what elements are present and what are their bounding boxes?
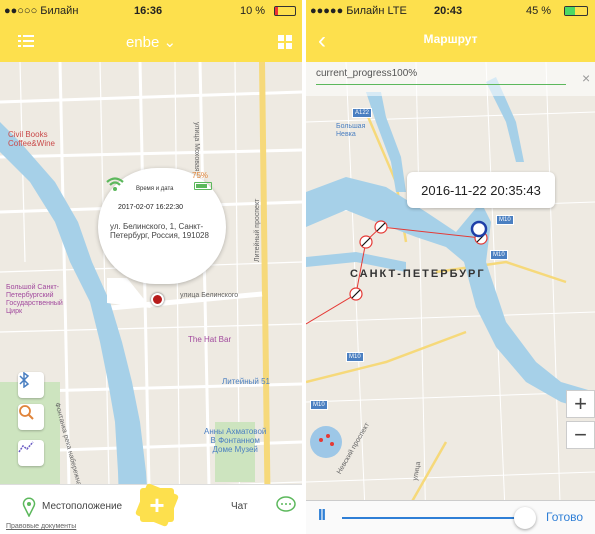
- legal-link[interactable]: Правовые документы: [6, 523, 76, 530]
- street-liteyny: Литейный проспект: [254, 198, 261, 262]
- progress-label: current_progress100%: [316, 68, 418, 79]
- carrier-label: ●●●●● Билайн LTE: [310, 5, 407, 17]
- battery-label: 10 %: [240, 5, 266, 17]
- route-map[interactable]: Большая Невка Санкт-Петербург Невский пр…: [306, 62, 595, 534]
- slider-thumb[interactable]: [514, 507, 536, 529]
- time-label: Время и дата: [136, 186, 174, 192]
- clock: 16:36: [134, 5, 163, 17]
- progress-overlay: current_progress100% ×: [306, 62, 595, 96]
- status-bar: ●●●●● Билайн LTE 20:43 45 %: [306, 0, 595, 22]
- poi-circus: Большой Санкт- Петербургский Государстве…: [6, 284, 63, 315]
- poi-hat-bar: The Hat Bar: [188, 335, 232, 344]
- route-markers: [310, 220, 488, 458]
- bottom-toolbar: Местоположение + Чат Правовые документы: [0, 482, 302, 534]
- datetime: 2017-02-07 16:22:30: [118, 204, 183, 211]
- nav-bar: ‹ Маршрут: [306, 22, 595, 62]
- street-belinsky: улица Белинского: [180, 292, 239, 299]
- cluster-icon: [310, 426, 342, 458]
- device-selector[interactable]: enbe ⌄: [0, 33, 302, 51]
- poi-liteyny-51: Литейный 51: [222, 377, 270, 386]
- pause-button[interactable]: II: [318, 507, 326, 525]
- plus-icon: +: [140, 488, 174, 522]
- progress-bar: [316, 84, 566, 85]
- device-info-popup: Время и дата 75% 2017-02-07 16:22:30 ул.…: [98, 168, 226, 284]
- bluetooth-icon: [19, 372, 30, 388]
- map-view[interactable]: Civil Books Coffee&Wine Большой Санкт- П…: [0, 62, 302, 534]
- route-history-button[interactable]: [18, 440, 44, 466]
- device-battery-icon: [194, 182, 212, 190]
- poi-civil-books: Civil Books Coffee&Wine: [8, 130, 55, 148]
- page-title: Маршрут: [423, 32, 478, 46]
- bluetooth-button[interactable]: [18, 372, 44, 398]
- right-screen: ●●●●● Билайн LTE 20:43 45 % ‹ Маршрут Бо…: [306, 0, 595, 534]
- search-button[interactable]: [18, 404, 44, 430]
- playback-bar: II Готово: [306, 500, 595, 534]
- poi-akhmatova-museum: Анны Ахматовой В Фонтанном Доме Музей: [204, 427, 267, 454]
- zoom-in-button[interactable]: +: [566, 390, 595, 418]
- clock: 20:43: [434, 5, 463, 17]
- close-icon[interactable]: ×: [582, 70, 590, 86]
- battery-icon: [564, 6, 588, 16]
- done-button[interactable]: Готово: [546, 510, 583, 524]
- chat-button[interactable]: Чат: [231, 501, 248, 512]
- current-position-icon: [470, 220, 488, 238]
- status-bar: ●●○○○ Билайн 16:36 10 %: [0, 0, 302, 22]
- nav-bar: enbe ⌄: [0, 22, 302, 62]
- zoom-out-button[interactable]: −: [566, 421, 595, 449]
- left-screen: ●●○○○ Билайн 16:36 10 % enbe ⌄ Civil Boo…: [0, 0, 302, 534]
- battery-percent: 75%: [192, 171, 209, 180]
- street-mokhovaya: улица Моховая: [193, 122, 200, 172]
- track-icon: [18, 441, 34, 453]
- location-button[interactable]: Местоположение: [42, 501, 122, 512]
- grid-icon[interactable]: [278, 35, 292, 49]
- waypoint-icon: [349, 220, 488, 301]
- wifi-icon: [106, 177, 124, 191]
- waypoint-datetime-popup: 2016-11-22 20:35:43: [407, 172, 555, 208]
- address: ул. Белинского, 1, Санкт-Петербург, Росс…: [110, 222, 209, 240]
- battery-icon: [274, 6, 296, 16]
- carrier-label: ●●○○○ Билайн: [4, 5, 79, 17]
- battery-label: 45 %: [526, 5, 552, 17]
- chat-icon: [276, 496, 296, 512]
- playback-slider[interactable]: [342, 517, 526, 519]
- location-pin-icon: [22, 497, 36, 517]
- search-icon: [19, 405, 34, 420]
